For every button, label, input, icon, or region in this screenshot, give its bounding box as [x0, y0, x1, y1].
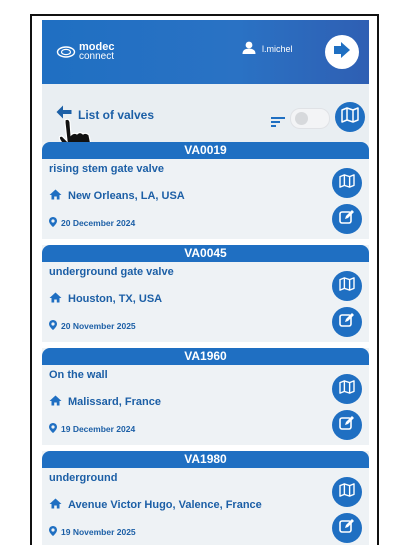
valve-map-button[interactable]: [332, 374, 362, 404]
home-icon: [49, 498, 68, 512]
home-icon: [49, 292, 68, 306]
valve-date: 19 December 2024: [49, 423, 135, 435]
logout-icon: [332, 41, 352, 64]
valve-location-text: Houston, TX, USA: [68, 293, 163, 305]
user-account[interactable]: l.michel: [242, 41, 293, 56]
app-logo: modec connect: [56, 42, 115, 62]
map-icon: [339, 379, 355, 399]
edit-icon: [339, 415, 355, 436]
valve-edit-button[interactable]: [332, 307, 362, 337]
valve-date-text: 19 December 2024: [61, 424, 136, 434]
logo-mark-icon: [56, 45, 76, 59]
valve-type: underground gate valve: [49, 266, 174, 278]
valve-id: VA1960: [42, 348, 369, 365]
home-icon: [49, 395, 68, 409]
map-icon: [339, 276, 355, 296]
logout-button[interactable]: [325, 35, 359, 69]
valve-location-text: New Orleans, LA, USA: [68, 190, 185, 202]
valve-card[interactable]: VA0019 rising stem gate valve New Orlean…: [42, 142, 369, 239]
valve-location-text: Malissard, France: [68, 396, 161, 408]
valve-edit-button[interactable]: [332, 410, 362, 440]
valve-map-button[interactable]: [332, 477, 362, 507]
valve-edit-button[interactable]: [332, 204, 362, 234]
valve-map-button[interactable]: [332, 271, 362, 301]
valve-date-text: 20 December 2024: [61, 218, 136, 228]
valve-type: On the wall: [49, 369, 108, 381]
map-view-button[interactable]: [335, 102, 365, 132]
edit-icon: [339, 518, 355, 539]
valve-id: VA0019: [42, 142, 369, 159]
location-pin-icon: [49, 320, 61, 332]
app-header: modec connect l.michel: [42, 20, 369, 84]
valve-location-text: Avenue Victor Hugo, Valence, France: [68, 499, 262, 511]
valve-type: underground: [49, 472, 118, 484]
valve-location: Houston, TX, USA: [49, 292, 162, 306]
valve-id: VA0045: [42, 245, 369, 262]
location-pin-icon: [49, 217, 61, 229]
edit-icon: [339, 312, 355, 333]
phone-frame: modec connect l.michel List of valves VA…: [30, 14, 379, 545]
valve-date: 20 November 2025: [49, 320, 136, 332]
user-icon: [242, 41, 262, 56]
list-toolbar: List of valves: [42, 84, 369, 159]
username: l.michel: [262, 43, 293, 54]
valve-location: Avenue Victor Hugo, Valence, France: [49, 498, 262, 512]
sort-icon[interactable]: [271, 114, 285, 132]
map-icon: [341, 106, 359, 128]
valve-location: New Orleans, LA, USA: [49, 189, 185, 203]
valve-date: 20 December 2024: [49, 217, 135, 229]
valve-date-text: 20 November 2025: [61, 321, 136, 331]
logo-text-connect: connect: [79, 51, 115, 62]
map-view-toggle[interactable]: [290, 108, 330, 129]
valve-edit-button[interactable]: [332, 513, 362, 543]
toggle-knob: [295, 112, 308, 125]
location-pin-icon: [49, 423, 61, 435]
valve-card[interactable]: VA0045 underground gate valve Houston, T…: [42, 245, 369, 342]
valve-id: VA1980: [42, 451, 369, 468]
valve-location: Malissard, France: [49, 395, 161, 409]
map-icon: [339, 482, 355, 502]
valve-card[interactable]: VA1960 On the wall Malissard, France 19 …: [42, 348, 369, 445]
home-icon: [49, 189, 68, 203]
map-icon: [339, 173, 355, 193]
location-pin-icon: [49, 526, 61, 538]
edit-icon: [339, 209, 355, 230]
valve-card[interactable]: VA1980 underground Avenue Victor Hugo, V…: [42, 451, 369, 545]
valve-type: rising stem gate valve: [49, 163, 164, 175]
valve-date: 19 November 2025: [49, 526, 136, 538]
valve-map-button[interactable]: [332, 168, 362, 198]
valve-date-text: 19 November 2025: [61, 527, 136, 537]
